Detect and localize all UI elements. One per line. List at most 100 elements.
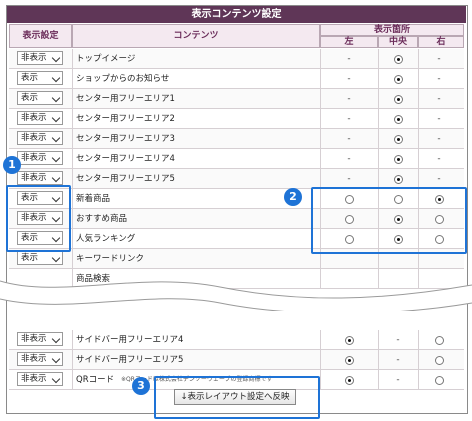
position-left-radio[interactable] <box>344 375 354 385</box>
display-select[interactable]: 非表示 <box>17 352 63 366</box>
content-name: センター用フリーエリア1 <box>76 94 175 104</box>
position-center-radio[interactable] <box>393 114 403 124</box>
column-divider <box>72 49 73 68</box>
chevron-down-icon <box>51 153 61 163</box>
position-right-radio[interactable] <box>434 335 444 345</box>
position-center-radio[interactable] <box>393 74 403 84</box>
column-divider <box>72 249 73 268</box>
column-divider <box>72 69 73 88</box>
position-right <box>410 330 468 350</box>
content-name: トップイメージ <box>76 54 136 64</box>
content-name: 人気ランキング <box>76 234 136 244</box>
display-select[interactable]: 非表示 <box>17 51 63 65</box>
table-row: 表示 ショップからのお知らせ - - <box>9 69 464 89</box>
position-right-dash: - <box>437 174 441 184</box>
display-select-value: 非表示 <box>21 334 47 344</box>
content-name: センター用フリーエリア5 <box>76 174 175 184</box>
content-name: サイドバー用フリーエリア5 <box>76 355 184 365</box>
header-right: 右 <box>418 36 464 48</box>
content-name: おすすめ商品 <box>76 214 128 224</box>
content-name: センター用フリーエリア4 <box>76 154 175 164</box>
header-center: 中央 <box>378 36 418 48</box>
display-select[interactable]: 非表示 <box>17 131 63 145</box>
chevron-down-icon <box>51 173 61 183</box>
column-divider <box>72 169 73 188</box>
table-row: 表示 センター用フリーエリア1 - - <box>9 89 464 109</box>
chevron-down-icon <box>51 133 61 143</box>
position-left-radio[interactable] <box>344 335 354 345</box>
content-name: ショップからのお知らせ <box>76 74 170 84</box>
position-center-radio[interactable] <box>393 134 403 144</box>
display-select-value: 非表示 <box>21 133 47 143</box>
header-display: 表示設定 <box>9 24 72 48</box>
display-select[interactable]: 表示 <box>17 251 63 265</box>
position-left-dash: - <box>347 54 351 64</box>
position-left-dash: - <box>347 114 351 124</box>
column-divider <box>72 370 73 389</box>
reflect-layout-button[interactable]: ↓表示レイアウト設定へ反映 <box>174 389 296 405</box>
position-right-dash: - <box>437 114 441 124</box>
table-row: 非表示 サイドバー用フリーエリア4 - <box>9 330 464 350</box>
display-select[interactable]: 表示 <box>17 71 63 85</box>
position-center-radio[interactable] <box>393 94 403 104</box>
position-left-radio[interactable] <box>344 355 354 365</box>
position-right-dash: - <box>437 134 441 144</box>
chevron-down-icon <box>51 93 61 103</box>
chevron-down-icon <box>51 113 61 123</box>
position-left-dash: - <box>347 174 351 184</box>
table-row: 非表示 サイドバー用フリーエリア5 - <box>9 350 464 370</box>
chevron-down-icon <box>51 253 61 263</box>
position-center-radio[interactable] <box>393 154 403 164</box>
chevron-down-icon <box>51 374 61 384</box>
column-divider <box>72 149 73 168</box>
display-select[interactable]: 非表示 <box>17 171 63 185</box>
display-select-value: 非表示 <box>21 374 47 384</box>
header-left: 左 <box>320 36 378 48</box>
chevron-down-icon <box>51 334 61 344</box>
position-center-radio[interactable] <box>393 174 403 184</box>
position-right: - <box>410 169 468 189</box>
position-right: - <box>410 69 468 89</box>
position-right-radio[interactable] <box>434 375 444 385</box>
position-right: - <box>410 109 468 129</box>
content-name: QRコード <box>76 375 115 385</box>
display-select[interactable]: 非表示 <box>17 111 63 125</box>
position-left-dash: - <box>347 134 351 144</box>
column-divider <box>72 229 73 248</box>
column-divider <box>72 209 73 228</box>
display-select-value: 表示 <box>21 73 39 83</box>
position-left-dash: - <box>347 154 351 164</box>
position-right-dash: - <box>437 54 441 64</box>
display-select[interactable]: 表示 <box>17 91 63 105</box>
content-name: センター用フリーエリア2 <box>76 114 175 124</box>
content-name: センター用フリーエリア3 <box>76 134 175 144</box>
badge-2: 2 <box>284 188 302 206</box>
column-divider <box>72 189 73 208</box>
table-row: 非表示 センター用フリーエリア2 - - <box>9 109 464 129</box>
display-select-value: 非表示 <box>21 354 47 364</box>
header-content: コンテンツ <box>72 24 320 48</box>
position-right: - <box>410 49 468 69</box>
position-right: - <box>410 89 468 109</box>
position-right-dash: - <box>437 154 441 164</box>
display-select-value: 非表示 <box>21 53 47 63</box>
display-select-value: 非表示 <box>21 173 47 183</box>
display-select-value: 表示 <box>21 93 39 103</box>
column-divider <box>72 89 73 108</box>
badge-1: 1 <box>3 156 21 174</box>
chevron-down-icon <box>51 73 61 83</box>
table-row: 非表示 トップイメージ - - <box>9 49 464 69</box>
chevron-down-icon <box>51 53 61 63</box>
display-select[interactable]: 非表示 <box>17 332 63 346</box>
position-center-radio[interactable] <box>393 54 403 64</box>
position-right-dash: - <box>437 94 441 104</box>
panel-title: 表示コンテンツ設定 <box>7 6 466 23</box>
position-center-dash: - <box>396 335 400 345</box>
position-right: - <box>410 129 468 149</box>
position-right-radio[interactable] <box>434 355 444 365</box>
display-select[interactable]: 非表示 <box>17 151 63 165</box>
display-select[interactable]: 非表示 <box>17 372 63 386</box>
column-divider <box>72 129 73 148</box>
callout-display-settings <box>6 185 71 252</box>
table-row: 非表示 センター用フリーエリア5 - - <box>9 169 464 189</box>
